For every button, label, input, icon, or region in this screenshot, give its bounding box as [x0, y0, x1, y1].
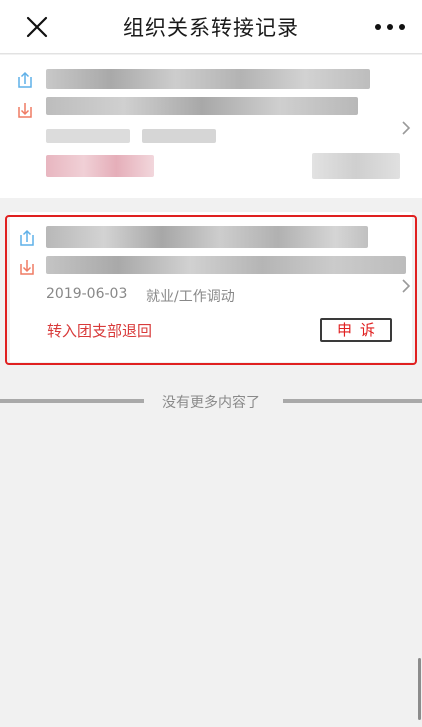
blurred-text	[46, 97, 358, 115]
chevron-right-icon	[400, 278, 412, 294]
blurred-status	[46, 155, 154, 177]
blurred-text	[46, 226, 368, 248]
page-title: 组织关系转接记录	[123, 16, 299, 40]
divider-left	[0, 399, 144, 403]
record-card-1[interactable]	[0, 55, 422, 198]
appeal-button[interactable]: 申诉	[320, 318, 392, 342]
chevron-right-icon	[400, 120, 412, 136]
scrollbar[interactable]	[418, 658, 421, 720]
transfer-type: 就业/工作调动	[146, 289, 235, 305]
close-icon[interactable]	[20, 10, 54, 44]
top-bar: 组织关系转接记录	[0, 0, 422, 54]
blurred-text	[46, 129, 130, 143]
divider-right	[283, 399, 422, 403]
transfer-out-icon	[18, 229, 36, 247]
record-status: 转入团支部退回	[47, 322, 153, 340]
record-card-2[interactable]: 2019-06-03 就业/工作调动 转入团支部退回 申诉	[10, 212, 412, 362]
transfer-out-icon	[16, 71, 34, 89]
blurred-text	[46, 256, 406, 274]
transfer-in-icon	[16, 101, 34, 119]
more-icon[interactable]	[370, 12, 410, 42]
record-date: 2019-06-03	[46, 286, 128, 302]
blurred-text	[46, 69, 370, 89]
blurred-text	[142, 129, 216, 143]
transfer-in-icon	[18, 258, 36, 276]
blurred-button	[312, 153, 400, 179]
